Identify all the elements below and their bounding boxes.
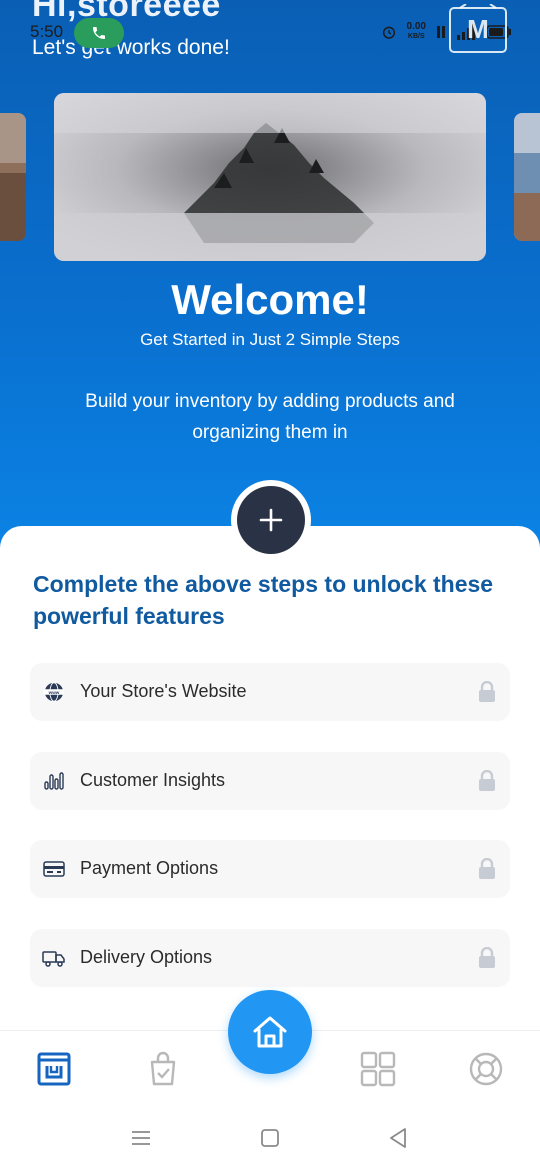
grid-icon bbox=[360, 1051, 396, 1087]
landscape-image bbox=[0, 113, 26, 241]
lock-icon bbox=[479, 770, 495, 791]
credit-card-icon bbox=[42, 857, 66, 881]
nav-store[interactable] bbox=[34, 1049, 74, 1089]
nav-support[interactable] bbox=[466, 1049, 506, 1089]
plus-icon bbox=[259, 508, 283, 532]
feature-label: Your Store's Website bbox=[80, 681, 247, 701]
unlock-features-heading: Complete the above steps to unlock these… bbox=[33, 571, 494, 629]
network-speed-value: 0.00 bbox=[406, 21, 426, 32]
bar-chart-icon bbox=[42, 769, 66, 793]
shopping-bag-check-icon bbox=[150, 1051, 176, 1086]
welcome-title: Welcome! bbox=[171, 276, 369, 323]
feature-label: Customer Insights bbox=[80, 770, 226, 790]
delivery-truck-icon bbox=[42, 946, 66, 970]
volte-icon bbox=[437, 26, 445, 38]
carousel-slide-current[interactable] bbox=[54, 93, 486, 261]
support-lifebuoy-icon bbox=[469, 1052, 503, 1086]
store-icon bbox=[37, 1052, 71, 1086]
home-button[interactable] bbox=[228, 990, 312, 1074]
feature-store-website[interactable]: www Your Store's Website bbox=[30, 663, 510, 721]
hero-banner: Hi,storeeee Let's get works done! 5:50 0… bbox=[0, 0, 540, 560]
home-square-icon[interactable] bbox=[258, 1126, 282, 1150]
feature-label: Payment Options bbox=[80, 858, 219, 878]
alarm-icon bbox=[382, 26, 395, 39]
status-time: 5:50 bbox=[30, 22, 64, 41]
feature-customer-insights[interactable]: Customer Insights bbox=[30, 752, 510, 810]
add-product-button[interactable] bbox=[237, 486, 305, 554]
nav-catalog[interactable] bbox=[358, 1049, 398, 1089]
back-triangle-icon[interactable] bbox=[386, 1126, 410, 1150]
network-speed-unit: KB/S bbox=[407, 33, 425, 40]
foggy-forest-image bbox=[54, 93, 486, 261]
welcome-subtitle: Get Started in Just 2 Simple Steps bbox=[140, 330, 400, 349]
store-logo-icon: M bbox=[449, 4, 507, 53]
nav-orders[interactable] bbox=[143, 1049, 183, 1089]
feature-payment-options[interactable]: Payment Options bbox=[30, 840, 510, 898]
lock-icon bbox=[479, 681, 495, 702]
feature-delivery-options[interactable]: Delivery Options bbox=[30, 929, 510, 987]
lock-icon bbox=[479, 858, 495, 879]
lock-icon bbox=[479, 947, 495, 968]
menu-icon[interactable] bbox=[129, 1126, 153, 1150]
svg-text:www: www bbox=[48, 690, 60, 695]
carousel-slide-previous[interactable] bbox=[0, 113, 26, 241]
svg-text:M: M bbox=[467, 14, 489, 44]
phone-icon bbox=[93, 27, 105, 39]
home-icon bbox=[253, 1016, 287, 1048]
carousel-slide-next[interactable] bbox=[514, 113, 540, 241]
feature-label: Delivery Options bbox=[80, 947, 213, 967]
system-navigation-bar bbox=[0, 1106, 540, 1170]
beach-image bbox=[514, 113, 540, 241]
ongoing-call-indicator[interactable] bbox=[74, 18, 124, 48]
globe-www-icon: www bbox=[42, 680, 66, 704]
welcome-description: Build your inventory by adding products … bbox=[85, 391, 455, 443]
network-speed: 0.00 KB/S bbox=[407, 22, 426, 42]
